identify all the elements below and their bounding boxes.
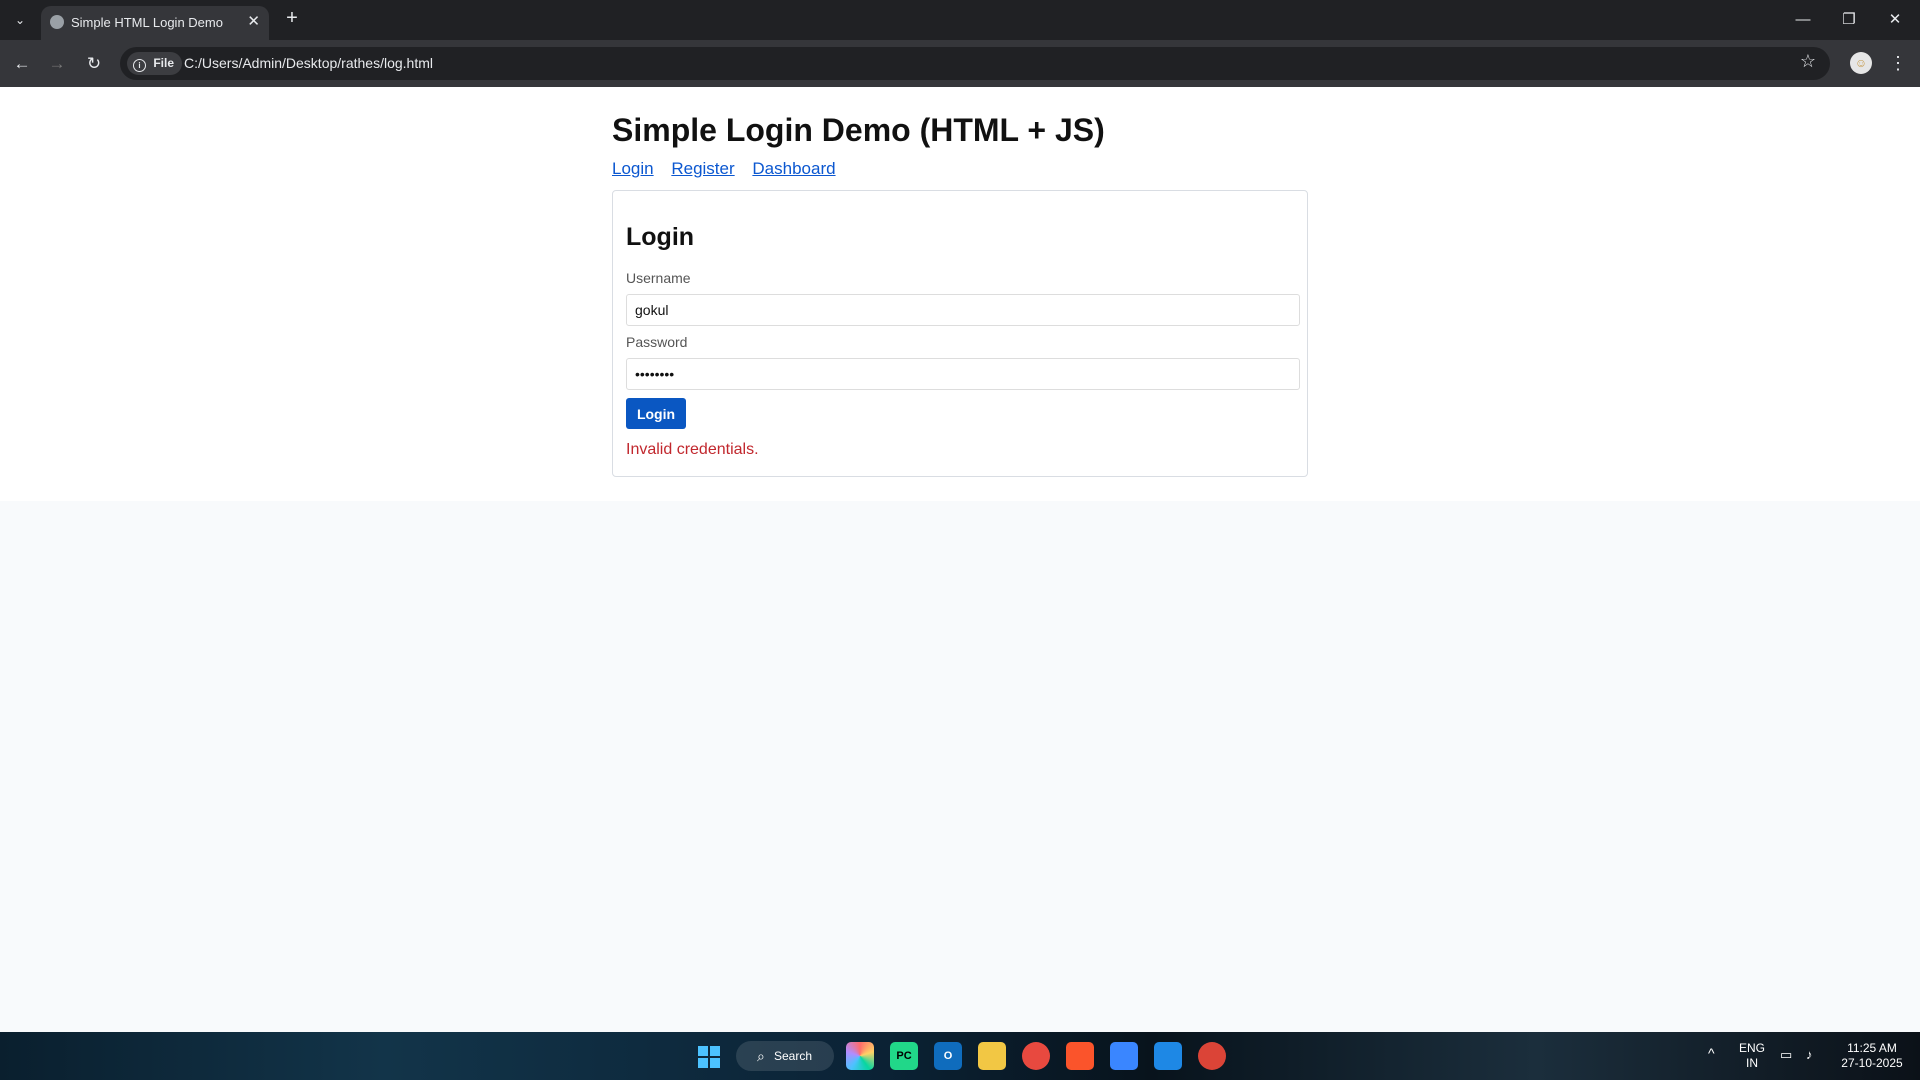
- outlook-icon[interactable]: O: [934, 1042, 962, 1070]
- copilot-icon[interactable]: [846, 1042, 874, 1070]
- username-label: Username: [626, 270, 691, 286]
- restore-button[interactable]: ❐: [1826, 6, 1872, 34]
- error-message: Invalid credentials.: [626, 441, 759, 458]
- login-button[interactable]: Login: [626, 398, 686, 429]
- username-input[interactable]: [626, 294, 1300, 326]
- language-line1: ENG: [1738, 1041, 1765, 1055]
- close-window-button[interactable]: ✕: [1872, 6, 1918, 34]
- tab-list-icon[interactable]: ⌄: [9, 9, 31, 31]
- page-nav: Login Register Dashboard: [612, 159, 849, 179]
- windows-taskbar: ⌕ Search PC O ^ ENG IN ▭ ♪ 11:25 AM 27-1…: [0, 1032, 1920, 1080]
- password-input[interactable]: [626, 358, 1300, 390]
- nav-link-dashboard[interactable]: Dashboard: [752, 159, 835, 178]
- pycharm-icon[interactable]: PC: [890, 1042, 918, 1070]
- browser-menu-icon[interactable]: ⋮: [1889, 52, 1907, 74]
- taskbar-search-label: Search: [774, 1049, 813, 1063]
- globe-icon: [50, 15, 64, 29]
- address-bar[interactable]: i File C:/Users/Admin/Desktop/rathes/log…: [120, 47, 1830, 80]
- clock[interactable]: 11:25 AM 27-10-2025: [1834, 1041, 1910, 1071]
- bookmark-star-icon[interactable]: ☆: [1800, 51, 1816, 72]
- clock-date: 27-10-2025: [1841, 1056, 1903, 1070]
- windows-start-icon[interactable]: [698, 1046, 720, 1068]
- page-content: Simple Login Demo (HTML + JS) Login Regi…: [0, 87, 1920, 501]
- file-explorer-icon[interactable]: [978, 1042, 1006, 1070]
- forward-button[interactable]: →: [45, 52, 69, 76]
- tab-title: Simple HTML Login Demo: [71, 15, 223, 30]
- url-text[interactable]: C:/Users/Admin/Desktop/rathes/log.html: [184, 55, 433, 71]
- chrome-icon[interactable]: [1198, 1042, 1226, 1070]
- new-tab-button[interactable]: +: [282, 6, 302, 30]
- page-empty-area: [0, 501, 1920, 915]
- info-icon: i: [133, 59, 146, 72]
- clock-time: 11:25 AM: [1847, 1041, 1897, 1055]
- brave-icon[interactable]: [1066, 1042, 1094, 1070]
- language-line2: IN: [1746, 1056, 1758, 1070]
- vscode-icon[interactable]: [1154, 1042, 1182, 1070]
- tray-overflow-icon[interactable]: ^: [1708, 1046, 1715, 1061]
- language-indicator[interactable]: ENG IN: [1738, 1041, 1766, 1071]
- password-label: Password: [626, 334, 688, 350]
- search-icon: ⌕: [757, 1048, 765, 1064]
- login-card-title: Login: [626, 223, 695, 251]
- reload-button[interactable]: ↻: [82, 52, 106, 76]
- browser-toolbar: ← → ↻ i File C:/Users/Admin/Desktop/rath…: [0, 40, 1920, 87]
- browser-tab-active[interactable]: Simple HTML Login Demo ✕: [41, 6, 269, 40]
- nav-link-login[interactable]: Login: [612, 159, 654, 178]
- minimize-button[interactable]: —: [1780, 6, 1826, 34]
- back-button[interactable]: ←: [10, 52, 34, 76]
- network-icon[interactable]: ▭: [1780, 1047, 1792, 1062]
- site-info-chip[interactable]: i File: [127, 52, 183, 75]
- page-title: Simple Login Demo (HTML + JS): [612, 112, 1105, 148]
- login-card: Login Username Password Login Invalid cr…: [612, 190, 1308, 477]
- page-lower-band: [0, 915, 1920, 1032]
- file-chip-label: File: [153, 56, 175, 70]
- taskbar-search[interactable]: ⌕ Search: [736, 1041, 834, 1071]
- speaker-icon[interactable]: ♪: [1806, 1047, 1813, 1062]
- tab-close-icon[interactable]: ✕: [247, 12, 260, 30]
- page-viewport: Simple Login Demo (HTML + JS) Login Regi…: [0, 87, 1920, 1032]
- nav-link-register[interactable]: Register: [671, 159, 734, 178]
- profile-avatar[interactable]: ☺: [1850, 52, 1872, 74]
- microsoft-store-icon[interactable]: [1110, 1042, 1138, 1070]
- browser-tab-strip: ⌄ Simple HTML Login Demo ✕ + — ❐ ✕: [0, 0, 1920, 40]
- chrome-profile-icon[interactable]: [1022, 1042, 1050, 1070]
